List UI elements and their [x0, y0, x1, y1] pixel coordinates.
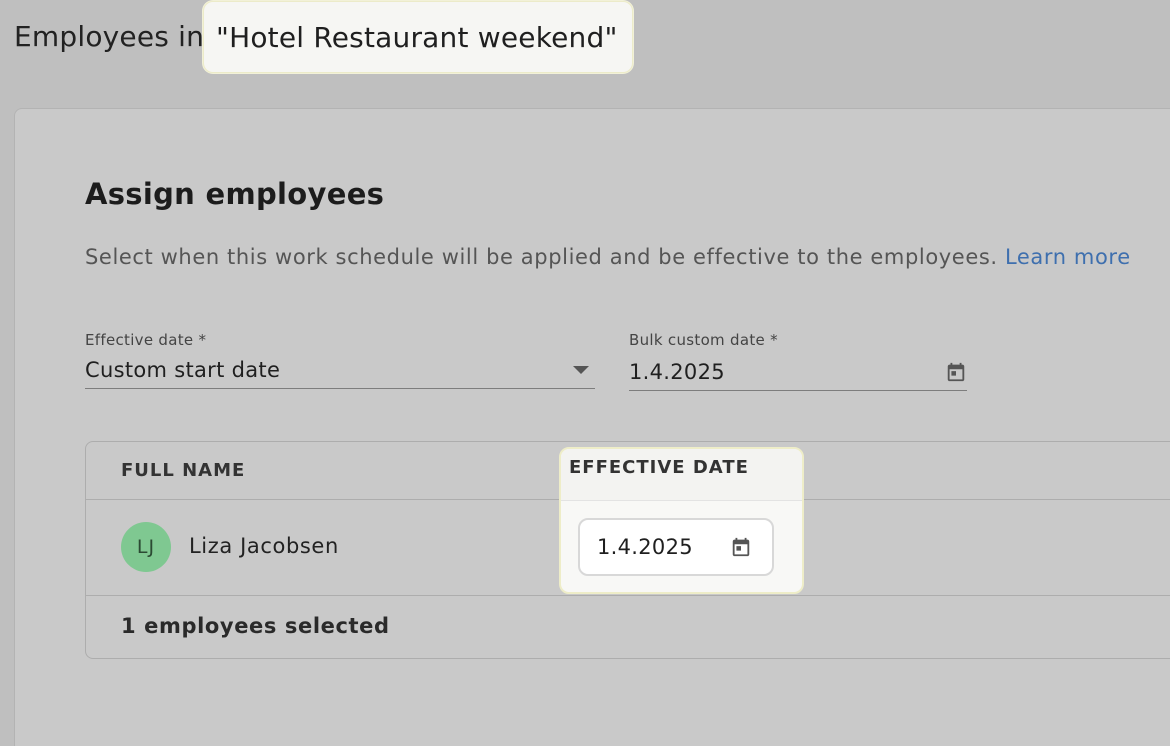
- calendar-icon[interactable]: [730, 536, 752, 558]
- chevron-down-icon[interactable]: [573, 365, 589, 374]
- bulk-custom-date-value[interactable]: 1.4.2025: [629, 360, 725, 384]
- row-effective-date-input[interactable]: 1.4.2025: [578, 518, 774, 576]
- page-title: Employees in: [14, 0, 213, 72]
- effective-date-label: Effective date *: [85, 331, 207, 349]
- effective-date-value: Custom start date: [85, 357, 281, 382]
- schedule-name-highlight: "Hotel Restaurant weekend": [203, 1, 633, 73]
- section-description: Select when this work schedule will be a…: [85, 245, 1131, 269]
- section-title: Assign employees: [85, 177, 385, 211]
- calendar-icon[interactable]: [945, 361, 967, 383]
- avatar: LJ: [121, 522, 171, 572]
- page: Employees in "Hotel Restaurant weekend" …: [0, 0, 1170, 746]
- column-header-effective-date: EFFECTIVE DATE: [561, 449, 802, 501]
- learn-more-link[interactable]: Learn more: [1005, 245, 1131, 269]
- employee-name: Liza Jacobsen: [189, 534, 339, 558]
- assign-employees-card: Assign employees Select when this work s…: [14, 108, 1170, 746]
- selected-count: 1 employees selected: [121, 614, 390, 638]
- schedule-name: "Hotel Restaurant weekend": [216, 20, 618, 54]
- bulk-custom-date-field[interactable]: Bulk custom date * 1.4.2025: [629, 331, 967, 391]
- bulk-custom-date-label: Bulk custom date *: [629, 331, 778, 349]
- effective-date-select[interactable]: Effective date * Custom start date: [85, 331, 595, 389]
- row-effective-date-value[interactable]: 1.4.2025: [597, 535, 693, 559]
- description-text: Select when this work schedule will be a…: [85, 245, 998, 269]
- effective-date-column-highlight: EFFECTIVE DATE 1.4.2025: [559, 447, 804, 594]
- page-title-prefix: Employees in: [14, 19, 214, 53]
- column-header-full-name: FULL NAME: [121, 460, 246, 481]
- bulk-custom-date-control[interactable]: 1.4.2025: [629, 353, 967, 391]
- effective-date-control[interactable]: Custom start date: [85, 351, 595, 389]
